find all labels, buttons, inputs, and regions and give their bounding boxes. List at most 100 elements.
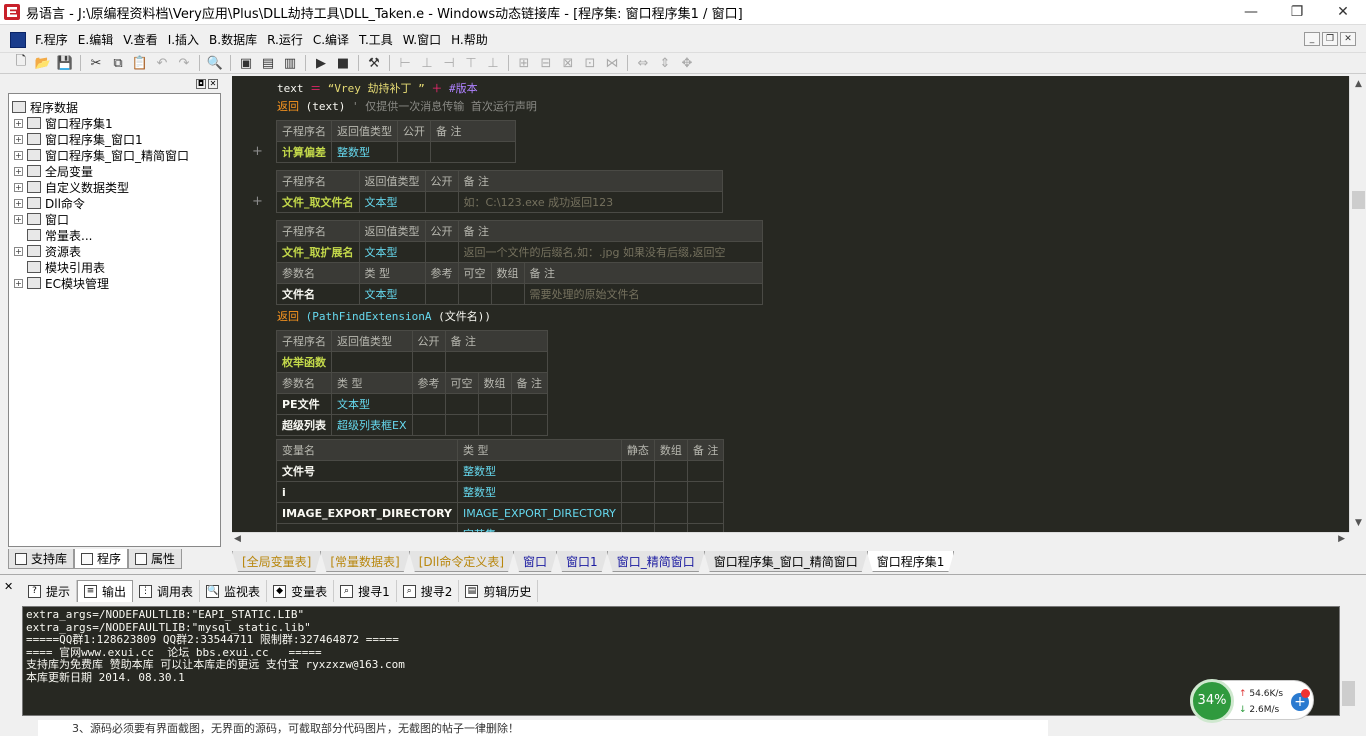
layout3-icon[interactable]: ▥ bbox=[279, 53, 301, 73]
layout2-icon[interactable]: ▤ bbox=[257, 53, 279, 73]
paste-icon[interactable]: 📋 bbox=[129, 53, 151, 73]
expand-icon[interactable]: + bbox=[14, 134, 23, 144]
tree-root[interactable]: 程序数据 bbox=[12, 99, 78, 115]
menu-insert[interactable]: I.插入 bbox=[163, 29, 204, 51]
type-cell[interactable] bbox=[331, 351, 413, 373]
type-cell[interactable]: IMAGE_EXPORT_DIRECTORY bbox=[456, 502, 622, 524]
tab-output[interactable]: ≡ 输出 bbox=[77, 580, 134, 602]
scroll-up-icon[interactable]: ▲ bbox=[1350, 76, 1366, 93]
center-both-icon[interactable]: ✥ bbox=[676, 53, 698, 73]
tree-item[interactable]: + 全局变量 bbox=[14, 163, 93, 179]
mdi-restore-button[interactable]: ❐ bbox=[1322, 32, 1338, 46]
tree-item[interactable]: 常量表... bbox=[27, 227, 92, 243]
sub-name-cell[interactable]: 枚举函数 bbox=[276, 351, 332, 373]
close-button[interactable]: ✕ bbox=[1320, 0, 1366, 25]
tree-item[interactable]: + 窗口程序集_窗口_精简窗口 bbox=[14, 147, 189, 163]
project-tree[interactable]: 程序数据 + 窗口程序集1 + 窗口程序集_窗口1 + 窗口程序集_窗口_精简窗… bbox=[8, 93, 221, 547]
scroll-right-icon[interactable]: ▶ bbox=[1338, 534, 1345, 544]
tab-clip-history[interactable]: ▤ 剪辑历史 bbox=[459, 580, 539, 602]
redo-icon[interactable]: ↷ bbox=[173, 53, 195, 73]
expand-icon[interactable]: + bbox=[14, 198, 23, 208]
tab-hint[interactable]: ? 提示 bbox=[22, 580, 78, 602]
param-name-cell[interactable]: PE文件 bbox=[276, 393, 332, 415]
tab-dll-commands[interactable]: [Dll命令定义表] bbox=[409, 551, 514, 572]
layout1-icon[interactable]: ▣ bbox=[235, 53, 257, 73]
type-cell[interactable]: 超级列表框EX bbox=[331, 414, 413, 436]
var-name-cell[interactable]: 文件号 bbox=[276, 460, 458, 482]
center-v-icon[interactable]: ⇕ bbox=[654, 53, 676, 73]
tab-search2[interactable]: ⌕ 搜寻2 bbox=[397, 580, 460, 602]
tab-window1[interactable]: 窗口1 bbox=[556, 551, 608, 572]
tab-module-window-lite[interactable]: 窗口程序集_窗口_精简窗口 bbox=[704, 551, 868, 572]
expand-icon[interactable]: + bbox=[14, 182, 23, 192]
expand-icon[interactable]: + bbox=[14, 150, 23, 160]
align-top-icon[interactable]: ⊤ bbox=[460, 53, 482, 73]
sub-name-cell[interactable]: 文件_取文件名 bbox=[276, 191, 360, 213]
tab-properties[interactable]: 属性 bbox=[128, 549, 183, 569]
tab-watch[interactable]: 🔍 监视表 bbox=[200, 580, 268, 602]
code-line-assign[interactable]: text ＝ “Vrey 劫持补丁 ” ＋ #版本 bbox=[277, 80, 478, 96]
align-center-icon[interactable]: ⊥ bbox=[416, 53, 438, 73]
save-icon[interactable]: 💾 bbox=[54, 53, 76, 73]
tab-call-stack[interactable]: ⋮ 调用表 bbox=[133, 580, 201, 602]
public-cell[interactable] bbox=[424, 241, 459, 263]
cut-icon[interactable]: ✂ bbox=[85, 53, 107, 73]
code-line-return[interactable]: 返回 (text) ' 仅提供一次消息传输 首次运行声明 bbox=[277, 98, 537, 114]
tab-constants[interactable]: [常量数据表] bbox=[320, 551, 409, 572]
tab-variables[interactable]: ◆ 变量表 bbox=[267, 580, 335, 602]
copy-icon[interactable]: ⧉ bbox=[107, 53, 129, 73]
align-right-icon[interactable]: ⊣ bbox=[438, 53, 460, 73]
remark-cell[interactable] bbox=[444, 351, 548, 373]
menu-help[interactable]: H.帮助 bbox=[446, 29, 493, 51]
ref-cell[interactable] bbox=[424, 283, 459, 305]
h-space-icon[interactable]: ⊡ bbox=[579, 53, 601, 73]
var-name-cell[interactable]: i bbox=[276, 481, 458, 503]
expand-icon[interactable]: + bbox=[14, 246, 23, 256]
tab-module1[interactable]: 窗口程序集1 bbox=[867, 551, 955, 572]
stop-icon[interactable]: ■ bbox=[332, 53, 354, 73]
tree-item[interactable]: + EC模块管理 bbox=[14, 275, 109, 291]
same-height-icon[interactable]: ⊟ bbox=[535, 53, 557, 73]
debug-icon[interactable]: ⚒ bbox=[363, 53, 385, 73]
menu-database[interactable]: B.数据库 bbox=[204, 29, 262, 51]
tab-support-lib[interactable]: 支持库 bbox=[8, 549, 75, 569]
public-cell[interactable] bbox=[397, 141, 431, 163]
tab-program[interactable]: 程序 bbox=[74, 549, 129, 569]
same-size-icon[interactable]: ⊠ bbox=[557, 53, 579, 73]
tree-item[interactable]: + 窗口 bbox=[14, 211, 69, 227]
network-speed-widget[interactable]: 34% ↑ 54.6K/s ↓ 2.6M/s + bbox=[1190, 679, 1314, 723]
mdi-minimize-button[interactable]: _ bbox=[1304, 32, 1320, 46]
tree-item[interactable]: 模块引用表 bbox=[27, 259, 105, 275]
align-bottom-icon[interactable]: ⊥ bbox=[482, 53, 504, 73]
center-h-icon[interactable]: ⇔ bbox=[632, 53, 654, 73]
remark-cell[interactable]: 如：C:\123.exe 成功返回123 bbox=[457, 191, 723, 213]
remark-cell[interactable]: 返回一个文件的后缀名,如：.jpg 如果没有后缀,返回空 bbox=[457, 241, 763, 263]
gutter-expand-icon[interactable]: + bbox=[252, 144, 263, 159]
v-space-icon[interactable]: ⋈ bbox=[601, 53, 623, 73]
menu-edit[interactable]: E.编辑 bbox=[73, 29, 118, 51]
tab-search1[interactable]: ⌕ 搜寻1 bbox=[334, 580, 397, 602]
expand-icon[interactable]: + bbox=[14, 214, 23, 224]
remark-cell[interactable] bbox=[430, 141, 516, 163]
public-cell[interactable] bbox=[424, 191, 459, 213]
tree-item[interactable]: + Dll命令 bbox=[14, 195, 85, 211]
type-cell[interactable]: 文本型 bbox=[331, 393, 413, 415]
tab-window-lite[interactable]: 窗口_精简窗口 bbox=[607, 551, 705, 572]
public-cell[interactable] bbox=[411, 351, 446, 373]
type-cell[interactable]: 整数型 bbox=[456, 460, 622, 482]
same-width-icon[interactable]: ⊞ bbox=[513, 53, 535, 73]
remark-cell[interactable]: 需要处理的原始文件名 bbox=[523, 283, 763, 305]
array-cell[interactable] bbox=[490, 283, 525, 305]
align-left-icon[interactable]: ⊢ bbox=[394, 53, 416, 73]
param-name-cell[interactable]: 超级列表 bbox=[276, 414, 332, 436]
expand-icon[interactable]: + bbox=[14, 118, 23, 128]
editor-vertical-scrollbar[interactable]: ▲ ▼ bbox=[1349, 76, 1366, 532]
pin-icon[interactable]: ◘ bbox=[196, 79, 206, 89]
nullable-cell[interactable] bbox=[457, 283, 492, 305]
output-scrollbar[interactable] bbox=[1340, 606, 1357, 716]
menu-view[interactable]: V.查看 bbox=[118, 29, 162, 51]
scroll-left-icon[interactable]: ◀ bbox=[234, 534, 241, 544]
gutter-expand-icon[interactable]: + bbox=[252, 194, 263, 209]
type-cell[interactable]: 整数型 bbox=[456, 481, 622, 503]
sub-name-cell[interactable]: 计算偏差 bbox=[276, 141, 332, 163]
